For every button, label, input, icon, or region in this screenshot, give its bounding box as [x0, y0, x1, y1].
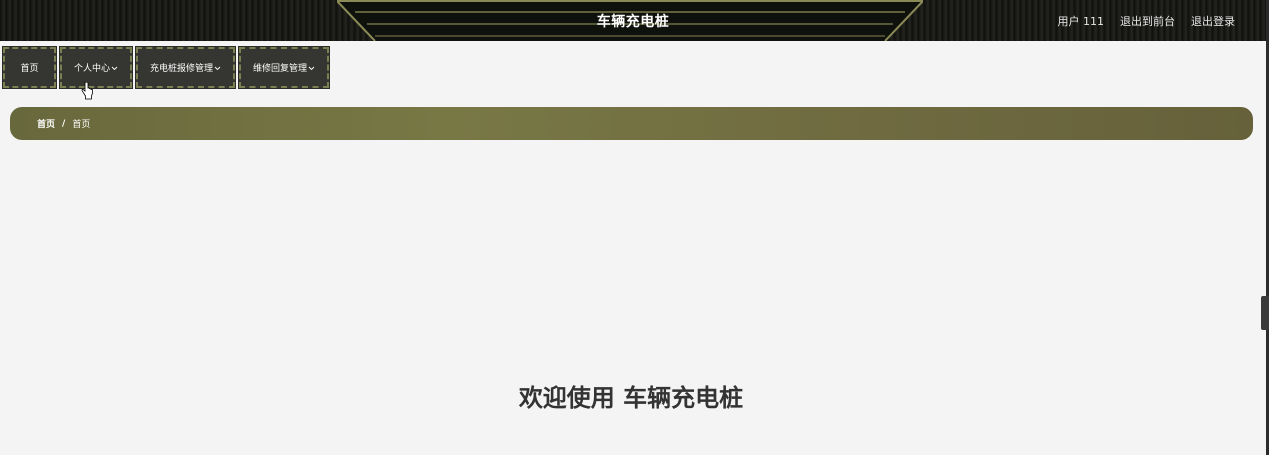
side-panel-toggle[interactable]: [1261, 296, 1269, 330]
chevron-down-icon: [111, 66, 118, 70]
breadcrumb: 首页 / 首页: [10, 107, 1253, 140]
breadcrumb-home[interactable]: 首页: [37, 117, 55, 130]
hand-pointer-icon: [81, 82, 93, 100]
nav-home[interactable]: 首页: [2, 46, 57, 89]
main-nav: 首页 个人中心 充电桩报修管理 维修回复管理: [2, 46, 330, 89]
chevron-down-icon: [308, 66, 315, 70]
user-label[interactable]: 用户 111: [1058, 13, 1105, 29]
logout-link[interactable]: 退出登录: [1191, 13, 1235, 29]
top-header: 车辆充电桩 用户 111 退出到前台 退出登录: [0, 0, 1266, 41]
nav-repair-label: 充电桩报修管理: [149, 64, 213, 74]
nav-reply-management[interactable]: 维修回复管理: [238, 46, 330, 89]
chevron-down-icon: [214, 66, 221, 70]
header-links: 用户 111 退出到前台 退出登录: [1058, 13, 1236, 29]
nav-repair-management[interactable]: 充电桩报修管理: [135, 46, 236, 89]
back-to-front-link[interactable]: 退出到前台: [1120, 13, 1175, 29]
nav-home-label: 首页: [20, 64, 39, 74]
nav-personal-center[interactable]: 个人中心: [59, 46, 133, 89]
breadcrumb-separator: /: [62, 118, 66, 129]
welcome-heading: 欢迎使用 车辆充电桩: [518, 384, 744, 412]
nav-reply-label: 维修回复管理: [252, 64, 307, 74]
nav-personal-label: 个人中心: [73, 64, 110, 74]
breadcrumb-current: 首页: [72, 120, 91, 130]
